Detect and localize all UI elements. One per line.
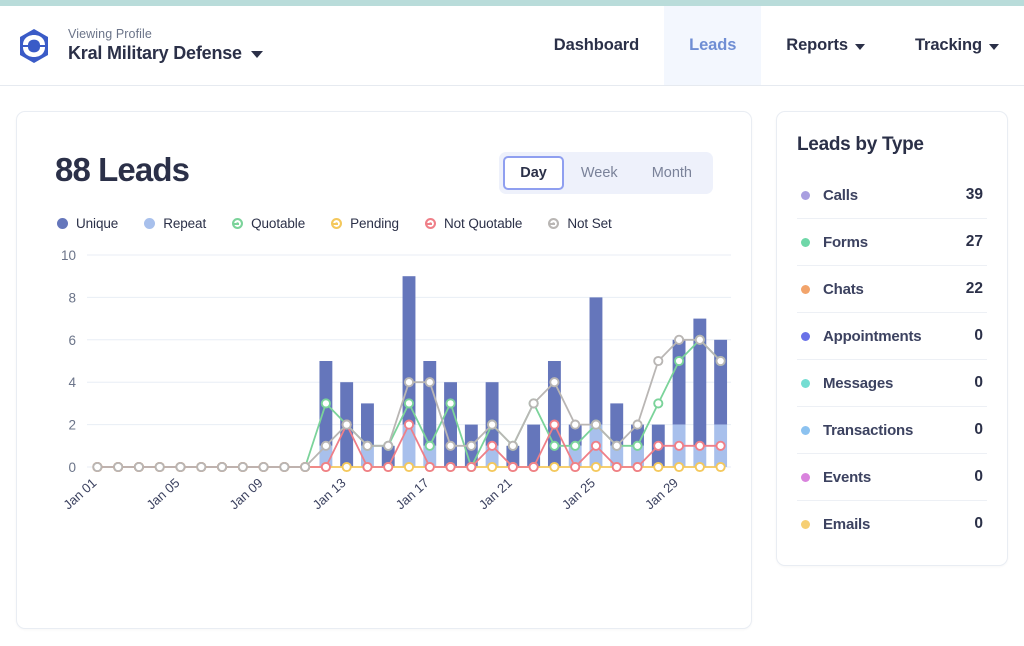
legend-item-repeat[interactable]: Repeat — [144, 216, 206, 231]
lead-type-row[interactable]: Transactions 0 — [797, 407, 987, 454]
svg-text:2: 2 — [68, 418, 76, 433]
lead-type-color-icon — [801, 425, 810, 435]
lead-type-row[interactable]: Chats 22 — [797, 266, 987, 313]
svg-text:6: 6 — [68, 333, 76, 348]
nav-item-reports[interactable]: Reports — [761, 6, 890, 85]
range-toggle-day[interactable]: Day — [503, 156, 564, 190]
legend-item-unique[interactable]: Unique — [57, 216, 118, 231]
chart-plot-area: 0 2 4 6 8 10 Jan 01 Jan 05 Jan 09 Jan 13 Jan 17 Jan… — [39, 245, 731, 545]
nav-item-dashboard[interactable]: Dashboard — [529, 6, 664, 85]
svg-text:Jan 01: Jan 01 — [60, 475, 99, 512]
svg-text:Jan 25: Jan 25 — [559, 475, 598, 512]
legend-marker-icon — [424, 218, 436, 229]
leads-chart-card: 88 Leads Day Week Month Unique Repeat Quotab… — [16, 111, 752, 629]
lead-type-color-icon — [801, 190, 810, 200]
page-title: 88 Leads — [55, 151, 190, 188]
legend-label: Not Quotable — [443, 216, 523, 231]
leads-by-type-list: Calls 39 Forms 27 Chats 22 Appointments 0 Messag… — [797, 172, 987, 547]
leads-by-type-title: Leads by Type — [797, 134, 924, 155]
lead-type-label: Forms — [823, 233, 868, 251]
lead-type-count: 27 — [965, 233, 983, 250]
legend-item-quotable[interactable]: Quotable — [232, 216, 305, 231]
lead-type-count: 22 — [965, 280, 983, 297]
lead-type-row[interactable]: Events 0 — [797, 454, 987, 501]
nav-item-label: Tracking — [914, 36, 982, 54]
legend-item-pending[interactable]: Pending — [331, 216, 399, 231]
legend-label: Unique — [76, 216, 119, 231]
lead-type-count: 0 — [974, 327, 983, 344]
legend-marker-icon — [57, 218, 68, 229]
lead-type-color-icon — [801, 472, 810, 482]
legend-label: Repeat — [163, 216, 207, 231]
lead-type-label: Calls — [823, 186, 858, 204]
lead-type-label: Transactions — [823, 421, 914, 439]
svg-text:Jan 21: Jan 21 — [476, 475, 515, 512]
legend-marker-icon — [232, 218, 244, 229]
lead-type-row[interactable]: Messages 0 — [797, 360, 987, 407]
lead-type-label: Emails — [823, 515, 871, 533]
lead-type-label: Chats — [823, 280, 864, 298]
svg-text:4: 4 — [68, 375, 76, 390]
legend-marker-icon — [331, 218, 343, 229]
svg-text:Jan 13: Jan 13 — [310, 475, 349, 512]
main-navigation: Dashboard Leads Reports Tracking — [529, 6, 1024, 85]
svg-text:0: 0 — [68, 460, 76, 475]
chevron-down-icon — [989, 44, 999, 50]
svg-text:Jan 09: Jan 09 — [227, 475, 266, 512]
nav-item-label: Dashboard — [553, 36, 640, 54]
lead-type-label: Appointments — [823, 327, 922, 345]
lead-type-color-icon — [801, 519, 810, 529]
nav-item-tracking[interactable]: Tracking — [890, 6, 1024, 85]
range-toggle: Day Week Month — [499, 152, 713, 194]
lead-type-color-icon — [801, 331, 810, 341]
svg-text:Jan 05: Jan 05 — [143, 475, 182, 512]
lead-type-color-icon — [801, 237, 810, 247]
chevron-down-icon — [250, 51, 263, 58]
leads-chart-svg[interactable]: 0 2 4 6 8 10 Jan 01 Jan 05 Jan 09 Jan 13 Jan 17 Jan… — [45, 245, 745, 545]
lead-type-label: Events — [823, 468, 871, 486]
range-toggle-month[interactable]: Month — [635, 156, 709, 190]
legend-marker-icon — [144, 218, 156, 229]
leads-by-type-card: Leads by Type Calls 39 Forms 27 Chats 22 Appoi… — [776, 111, 1008, 566]
lead-type-count: 0 — [974, 515, 983, 532]
legend-item-not-quotable[interactable]: Not Quotable — [424, 216, 523, 231]
chart-legend: Unique Repeat Quotable Pending Not Quotable N… — [39, 194, 729, 231]
profile-switcher[interactable]: Kral Military Defense — [68, 42, 263, 65]
chevron-down-icon — [854, 44, 865, 50]
legend-marker-icon — [548, 218, 560, 229]
nav-item-label: Reports — [786, 36, 848, 54]
hexagon-logo-icon[interactable] — [14, 26, 54, 66]
svg-text:10: 10 — [61, 248, 76, 263]
lead-type-count: 39 — [965, 186, 983, 203]
profile-block: Viewing Profile Kral Military Defense — [68, 26, 263, 65]
nav-item-label: Leads — [689, 36, 737, 54]
svg-text:8: 8 — [68, 290, 76, 305]
chart-header: 88 Leads Day Week Month — [39, 138, 729, 194]
svg-text:Jan 17: Jan 17 — [393, 475, 432, 512]
svg-text:Jan 29: Jan 29 — [642, 475, 681, 512]
legend-label: Pending — [350, 216, 399, 231]
lead-type-count: 0 — [974, 421, 983, 438]
page-body: 88 Leads Day Week Month Unique Repeat Quotab… — [0, 86, 1024, 629]
lead-type-count: 0 — [974, 374, 983, 391]
lead-type-color-icon — [801, 284, 810, 294]
range-toggle-week[interactable]: Week — [564, 156, 635, 190]
legend-label: Not Set — [567, 216, 612, 231]
lead-type-label: Messages — [823, 374, 894, 392]
lead-type-color-icon — [801, 378, 810, 388]
lead-type-row[interactable]: Appointments 0 — [797, 313, 987, 360]
lead-type-row[interactable]: Forms 27 — [797, 219, 987, 266]
lead-type-count: 0 — [974, 468, 983, 485]
nav-item-leads[interactable]: Leads — [664, 6, 762, 85]
lead-type-row[interactable]: Calls 39 — [797, 172, 987, 219]
legend-label: Quotable — [251, 216, 306, 231]
brand-zone: Viewing Profile Kral Military Defense — [0, 6, 263, 85]
legend-item-not-set[interactable]: Not Set — [548, 216, 612, 231]
viewing-profile-label: Viewing Profile — [68, 27, 152, 41]
app-header: Viewing Profile Kral Military Defense Da… — [0, 6, 1024, 86]
lead-type-row[interactable]: Emails 0 — [797, 501, 987, 547]
profile-name: Kral Military Defense — [68, 43, 242, 63]
